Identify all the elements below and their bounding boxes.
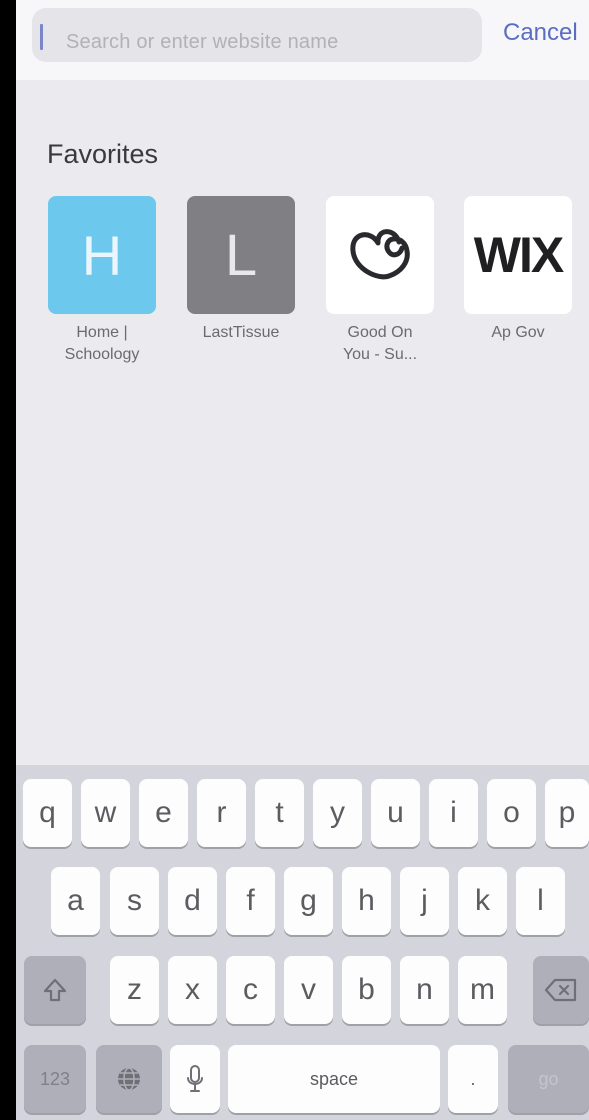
key-w[interactable]: w xyxy=(81,779,130,847)
key-s[interactable]: s xyxy=(110,867,159,935)
search-bar: Search or enter website name Cancel xyxy=(16,0,589,80)
letter-l-icon: L xyxy=(187,196,295,314)
key-p[interactable]: p xyxy=(545,779,589,847)
favorite-label-line1: Ap Gov xyxy=(491,324,545,341)
go-key[interactable]: go xyxy=(508,1045,589,1113)
favorite-label-line1: Good On xyxy=(347,324,413,341)
microphone-icon xyxy=(187,1065,203,1092)
delete-key[interactable] xyxy=(533,956,589,1024)
key-v[interactable]: v xyxy=(284,956,333,1024)
shift-icon xyxy=(43,978,67,1002)
globe-key[interactable] xyxy=(96,1045,162,1113)
key-c[interactable]: c xyxy=(226,956,275,1024)
key-q[interactable]: q xyxy=(23,779,72,847)
favorite-label-line1: Home | xyxy=(76,324,128,341)
globe-icon xyxy=(118,1067,140,1091)
letter-h-icon: H xyxy=(48,196,156,314)
wix-logo-icon: WIX xyxy=(464,196,572,314)
key-z[interactable]: z xyxy=(110,956,159,1024)
period-key[interactable]: . xyxy=(448,1045,498,1113)
favorite-label-line1: LastTissue xyxy=(202,324,280,341)
key-r[interactable]: r xyxy=(197,779,246,847)
numbers-key[interactable]: 123 xyxy=(24,1045,86,1113)
dictation-key[interactable] xyxy=(170,1045,220,1113)
keyboard: q w e r t y u i o p a s d f g h j k l z … xyxy=(16,765,589,1120)
favorite-ap-gov[interactable]: WIX Ap Gov xyxy=(464,196,572,344)
key-a[interactable]: a xyxy=(51,867,100,935)
key-j[interactable]: j xyxy=(400,867,449,935)
browser-screen: Search or enter website name Cancel Favo… xyxy=(16,0,589,1120)
key-o[interactable]: o xyxy=(487,779,536,847)
numbers-key-label: 123 xyxy=(39,1068,71,1089)
text-cursor xyxy=(40,24,43,50)
key-u[interactable]: u xyxy=(371,779,420,847)
left-border xyxy=(0,0,16,1120)
key-x[interactable]: x xyxy=(168,956,217,1024)
search-placeholder: Search or enter website name xyxy=(66,31,339,53)
key-y[interactable]: y xyxy=(313,779,362,847)
search-input[interactable]: Search or enter website name xyxy=(32,8,482,62)
key-g[interactable]: g xyxy=(284,867,333,935)
favorite-label: LastTissue xyxy=(187,322,295,344)
go-key-label: go xyxy=(538,1068,559,1089)
good-on-you-logo-icon xyxy=(326,196,434,314)
key-b[interactable]: b xyxy=(342,956,391,1024)
key-m[interactable]: m xyxy=(458,956,507,1024)
key-t[interactable]: t xyxy=(255,779,304,847)
key-n[interactable]: n xyxy=(400,956,449,1024)
key-e[interactable]: e xyxy=(139,779,188,847)
space-key-label: space xyxy=(309,1068,359,1089)
favorite-label-line2: Schoology xyxy=(64,346,140,363)
favorites-heading: Favorites xyxy=(47,139,159,169)
key-f[interactable]: f xyxy=(226,867,275,935)
key-h[interactable]: h xyxy=(342,867,391,935)
shift-key[interactable] xyxy=(24,956,86,1024)
key-l[interactable]: l xyxy=(516,867,565,935)
favorite-label: Home | Schoology xyxy=(48,322,156,366)
period-key-label: . xyxy=(470,1068,476,1089)
key-k[interactable]: k xyxy=(458,867,507,935)
cancel-button[interactable]: Cancel xyxy=(503,19,578,47)
space-key[interactable]: space xyxy=(228,1045,440,1113)
favorite-label: Ap Gov xyxy=(464,322,572,344)
key-i[interactable]: i xyxy=(429,779,478,847)
key-d[interactable]: d xyxy=(168,867,217,935)
favorite-lasttissue[interactable]: L LastTissue xyxy=(187,196,295,344)
favorite-good-on-you[interactable]: Good On You - Su... xyxy=(326,196,434,366)
favorite-label: Good On You - Su... xyxy=(326,322,434,366)
heart-logo-icon xyxy=(350,229,410,280)
delete-icon xyxy=(544,978,577,1002)
favorite-label-line2: You - Su... xyxy=(342,346,418,363)
favorite-home-schoology[interactable]: H Home | Schoology xyxy=(48,196,156,366)
